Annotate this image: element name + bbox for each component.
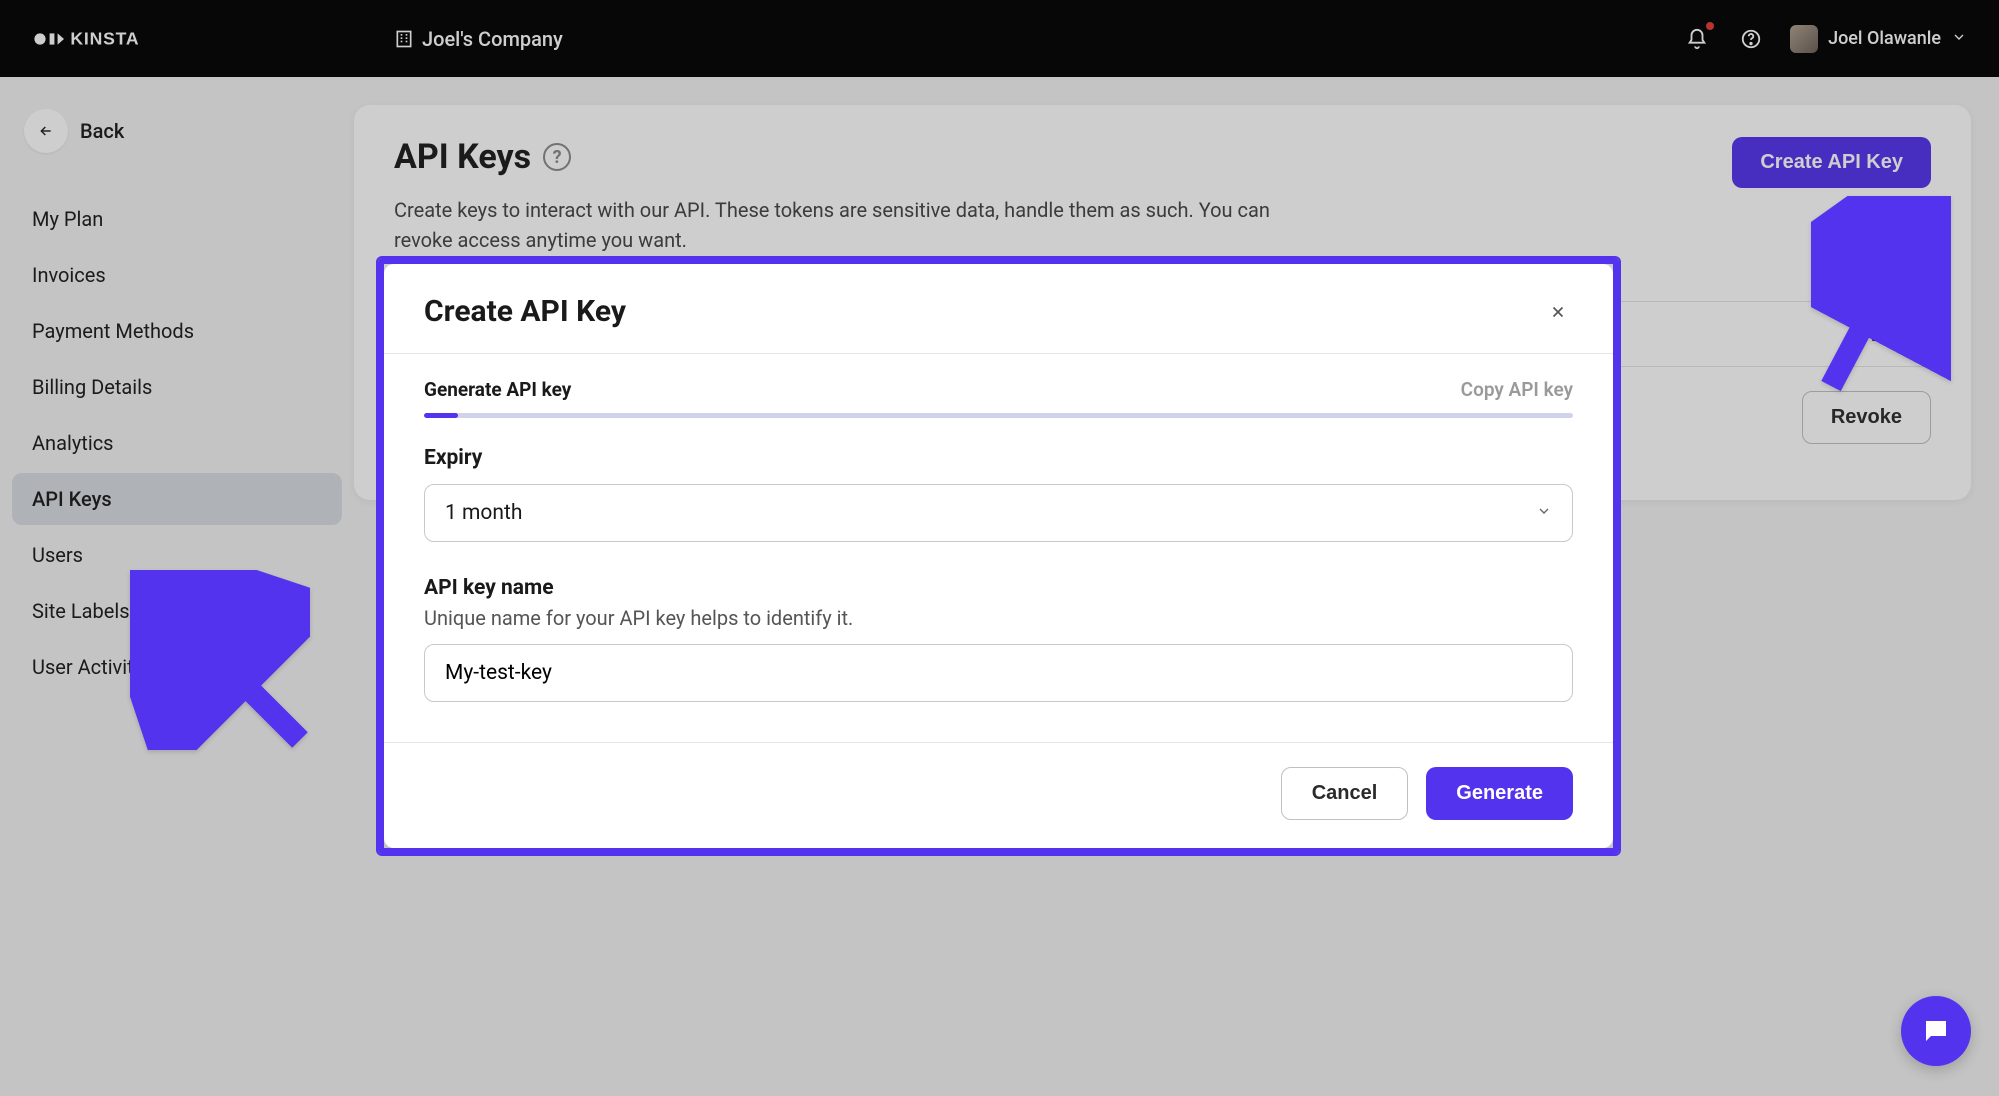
sidebar-item-payment[interactable]: Payment Methods: [12, 305, 342, 357]
help-button[interactable]: [1736, 24, 1766, 54]
sidebar: Back My Plan Invoices Payment Methods Bi…: [0, 77, 354, 1096]
page-header-left: API Keys ? Create keys to interact with …: [394, 137, 1294, 255]
chat-bubble-button[interactable]: [1901, 996, 1971, 1066]
sidebar-item-label: Invoices: [32, 263, 106, 287]
page-description: Create keys to interact with our API. Th…: [394, 195, 1294, 255]
notifications-button[interactable]: [1682, 24, 1712, 54]
close-icon[interactable]: [1543, 297, 1573, 327]
sidebar-item-label: Analytics: [32, 431, 114, 455]
modal-body: Expiry 1 month API key name Unique name …: [384, 418, 1613, 712]
building-icon: [394, 29, 414, 49]
logo[interactable]: KINSTA: [32, 25, 152, 53]
topbar-left: KINSTA Joel's Company: [32, 25, 563, 53]
expiry-value: 1 month: [445, 501, 522, 525]
sidebar-item-label: Payment Methods: [32, 319, 194, 343]
page-title-row: API Keys ?: [394, 137, 1294, 177]
sidebar-item-activity[interactable]: User Activity: [12, 641, 342, 693]
sidebar-item-apikeys[interactable]: API Keys: [12, 473, 342, 525]
expiry-select[interactable]: 1 month: [424, 484, 1573, 542]
sidebar-item-label: User Activity: [32, 655, 143, 679]
create-api-key-button[interactable]: Create API Key: [1732, 137, 1931, 188]
sidebar-item-invoices[interactable]: Invoices: [12, 249, 342, 301]
modal-content: Create API Key Generate API key Copy API…: [384, 264, 1613, 848]
page-title: API Keys: [394, 137, 531, 177]
svg-text:KINSTA: KINSTA: [70, 28, 139, 48]
step-copy: Copy API key: [1461, 378, 1573, 401]
sidebar-item-label: Site Labels: [32, 599, 130, 623]
cancel-button[interactable]: Cancel: [1281, 767, 1409, 820]
sidebar-item-label: Users: [32, 543, 83, 567]
keyname-input[interactable]: [424, 644, 1573, 702]
generate-button[interactable]: Generate: [1426, 767, 1573, 820]
back-label: Back: [80, 119, 124, 143]
company-switcher[interactable]: Joel's Company: [394, 27, 563, 51]
back-button[interactable]: Back: [12, 99, 342, 163]
sidebar-item-sitelabels[interactable]: Site Labels: [12, 585, 342, 637]
topbar: KINSTA Joel's Company Joel Olawanle: [0, 0, 1999, 77]
step-generate: Generate API key: [424, 378, 571, 401]
modal-footer: Cancel Generate: [384, 742, 1613, 848]
sidebar-item-users[interactable]: Users: [12, 529, 342, 581]
chevron-down-icon: [1951, 29, 1967, 49]
modal-head: Create API Key: [384, 264, 1613, 353]
page-header: API Keys ? Create keys to interact with …: [394, 137, 1931, 255]
sidebar-item-label: My Plan: [32, 207, 103, 231]
sidebar-item-billing[interactable]: Billing Details: [12, 361, 342, 413]
modal-steps: Generate API key Copy API key: [384, 354, 1613, 413]
avatar: [1790, 25, 1818, 53]
user-menu[interactable]: Joel Olawanle: [1790, 25, 1967, 53]
sidebar-item-label: API Keys: [32, 487, 112, 511]
chevron-down-icon: [1536, 501, 1552, 525]
modal-title: Create API Key: [424, 294, 626, 329]
help-icon[interactable]: ?: [543, 143, 571, 171]
sidebar-item-analytics[interactable]: Analytics: [12, 417, 342, 469]
arrow-left-icon: [24, 109, 68, 153]
keyname-desc: Unique name for your API key helps to id…: [424, 606, 1573, 630]
sidebar-item-label: Billing Details: [32, 375, 152, 399]
notification-dot-icon: [1706, 22, 1714, 30]
create-api-key-modal: Create API Key Generate API key Copy API…: [378, 258, 1619, 854]
keyname-label: API key name: [424, 576, 1573, 600]
expiry-label: Expiry: [424, 446, 1573, 470]
user-name: Joel Olawanle: [1828, 28, 1941, 49]
company-name: Joel's Company: [422, 27, 563, 51]
revoke-button[interactable]: Revoke: [1802, 391, 1931, 444]
sidebar-item-myplan[interactable]: My Plan: [12, 193, 342, 245]
topbar-right: Joel Olawanle: [1682, 24, 1967, 54]
